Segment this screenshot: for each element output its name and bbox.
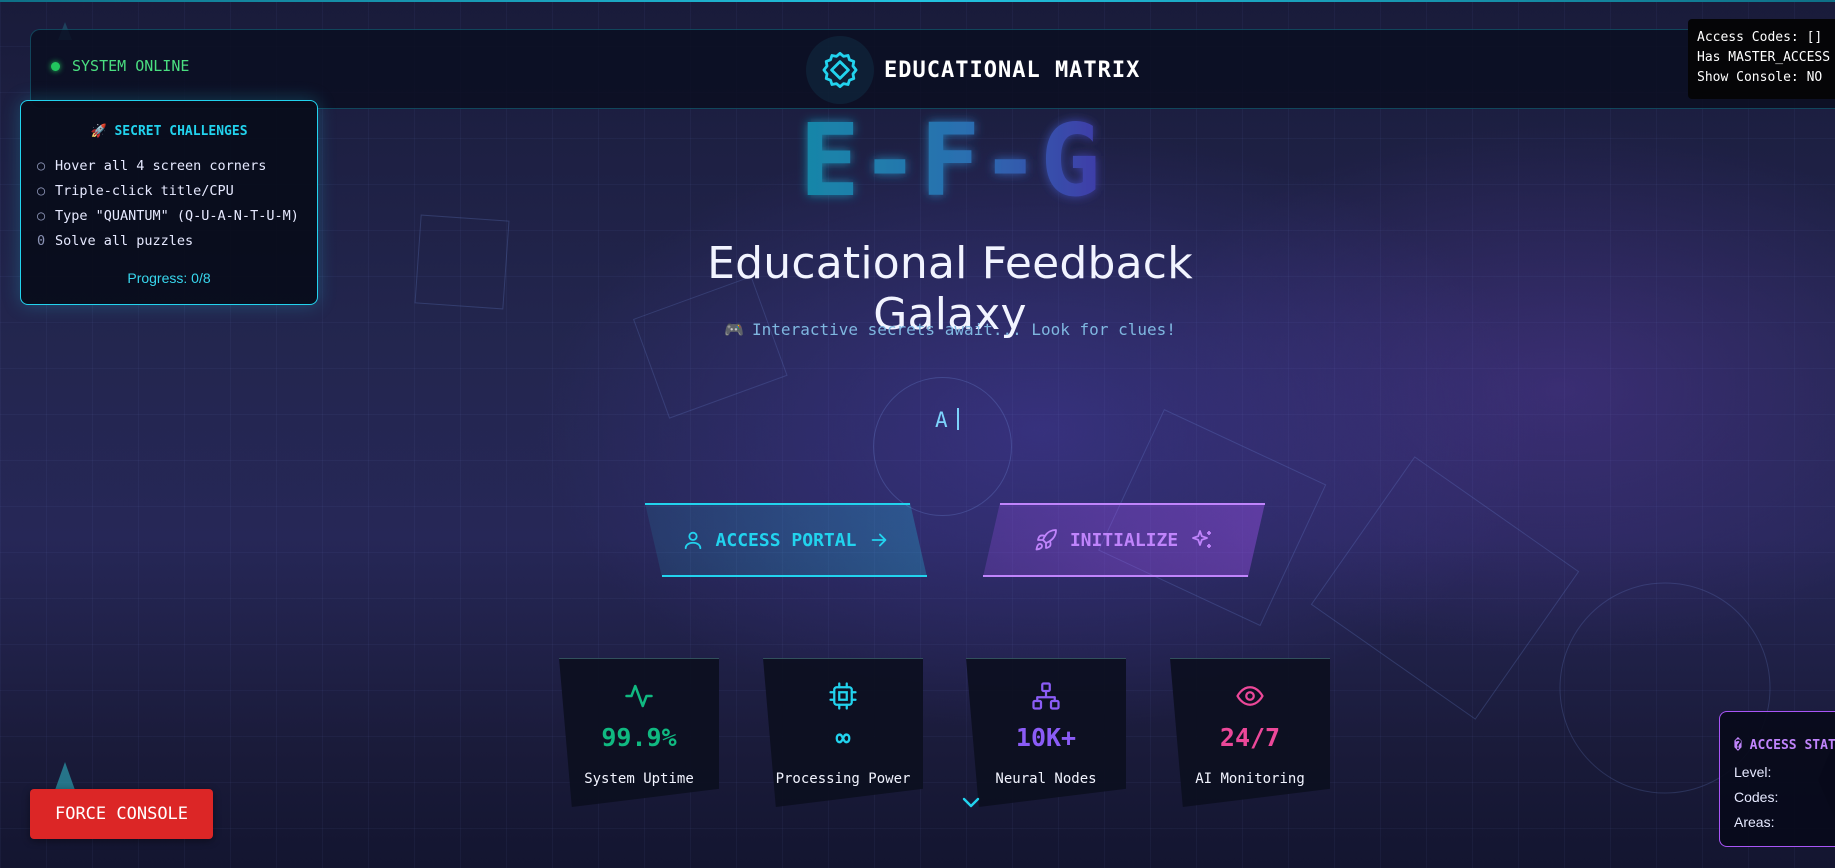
stat-card-processing[interactable]: ∞ Processing Power — [763, 658, 923, 807]
challenge-text: Hover all 4 screen corners — [55, 158, 267, 174]
stat-value: 10K+ — [1015, 723, 1077, 752]
stat-label: Processing Power — [775, 771, 911, 787]
challenge-item: ○ Triple-click title/CPU — [37, 183, 234, 199]
top-header-bar: SYSTEM ONLINE EDUCATIONAL MATRIX — [30, 29, 1835, 109]
access-areas-label: Areas: — [1734, 814, 1775, 830]
challenge-item: ○ Type "QUANTUM" (Q-U-A-N-T-U-M) — [37, 208, 299, 224]
debug-access-codes: Access Codes: [] — [1697, 30, 1823, 45]
arrow-right-icon — [872, 533, 887, 547]
stat-label: AI Monitoring — [1195, 771, 1305, 787]
status-dot-icon — [51, 61, 60, 71]
challenge-text: Type "QUANTUM" (Q-U-A-N-T-U-M) — [55, 208, 299, 224]
brand-title[interactable]: EDUCATIONAL MATRIX — [884, 58, 1140, 83]
access-level-label: Level: — [1734, 764, 1772, 780]
challenge-item: 0 Solve all puzzles — [37, 233, 193, 249]
stat-label: Neural Nodes — [995, 771, 1097, 787]
challenge-text: Triple-click title/CPU — [55, 183, 234, 199]
gamepad-icon: 🎮 — [724, 320, 745, 339]
challenge-status-icon: ○ — [37, 158, 46, 174]
debug-master-access: Has MASTER_ACCESS — [1697, 50, 1831, 65]
stat-value: 99.9% — [601, 723, 677, 752]
system-status: SYSTEM ONLINE — [51, 57, 189, 75]
debug-overlay: Access Codes: [] Has MASTER_ACCESS Show … — [1688, 19, 1835, 99]
typing-ring — [873, 377, 1012, 516]
rocket-icon — [1035, 529, 1057, 551]
gear-chip-icon[interactable] — [806, 36, 874, 104]
secret-challenges-panel: 🚀 SECRET CHALLENGES ○ Hover all 4 screen … — [20, 100, 318, 305]
secret-hint: 🎮 Interactive secrets await... Look for c… — [700, 320, 1200, 339]
efg-logo[interactable]: E-F-G — [780, 98, 1120, 218]
access-status-title-text: ACCESS STATUS — [1749, 738, 1835, 753]
stat-card-monitoring[interactable]: 24/7 AI Monitoring — [1170, 658, 1330, 807]
stat-value: ∞ — [835, 723, 851, 752]
challenges-progress: Progress: 0/8 — [127, 270, 211, 286]
top-accent-line — [0, 0, 1835, 2]
challenge-item: ○ Hover all 4 screen corners — [37, 158, 266, 174]
brand[interactable]: EDUCATIONAL MATRIX — [806, 36, 1140, 104]
chevron-down-icon[interactable] — [959, 790, 983, 814]
stat-card-uptime[interactable]: 99.9% System Uptime — [559, 658, 719, 807]
access-codes-label: Codes: — [1734, 789, 1779, 805]
force-console-button[interactable]: FORCE CONSOLE — [30, 789, 213, 839]
stat-label: System Uptime — [584, 771, 694, 787]
eye-icon — [1170, 681, 1330, 711]
initialize-button[interactable]: INITIALIZE — [983, 503, 1265, 577]
typing-text: A — [935, 408, 948, 432]
access-status-title: � ACCESS STATUS — [1734, 738, 1835, 753]
challenge-status-icon: 0 — [37, 233, 46, 249]
challenge-text: Solve all puzzles — [55, 233, 194, 249]
lock-icon: � — [1734, 738, 1742, 753]
access-portal-label: ACCESS PORTAL — [715, 529, 857, 551]
sparkles-icon — [1192, 530, 1212, 548]
challenge-status-icon: ○ — [37, 208, 46, 224]
secret-hint-text: Interactive secrets await... Look for cl… — [752, 320, 1176, 339]
text-cursor — [956, 408, 959, 430]
rocket-icon: 🚀 — [90, 124, 107, 139]
cpu-icon — [763, 681, 923, 711]
access-status-panel: � ACCESS STATUS Level: Codes: Areas: — [1719, 711, 1835, 847]
challenges-title-text: SECRET CHALLENGES — [114, 124, 248, 139]
access-portal-button[interactable]: ACCESS PORTAL — [645, 503, 927, 577]
debug-show-console: Show Console: NO — [1697, 70, 1823, 85]
stat-value: 24/7 — [1219, 723, 1281, 752]
user-icon — [684, 531, 701, 550]
activity-icon — [559, 681, 719, 711]
system-status-text: SYSTEM ONLINE — [72, 57, 190, 75]
network-icon — [966, 681, 1126, 711]
efg-logo-text[interactable]: E-F-G — [799, 102, 1100, 218]
typing-display: A — [935, 408, 959, 432]
initialize-label: INITIALIZE — [1069, 529, 1179, 551]
stat-card-nodes[interactable]: 10K+ Neural Nodes — [966, 658, 1126, 807]
challenges-title: 🚀 SECRET CHALLENGES — [21, 124, 317, 139]
challenge-status-icon: ○ — [37, 183, 46, 199]
